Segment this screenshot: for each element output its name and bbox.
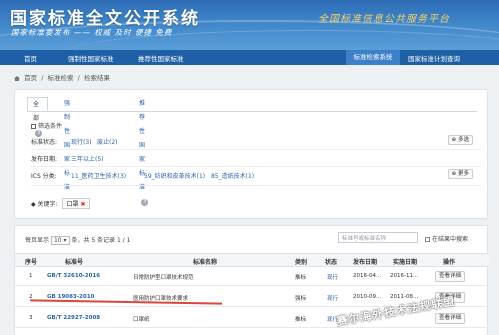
site-subtitle: 国家标准委发布 —— 权威 及时 便捷 免费 xyxy=(11,28,173,37)
breadcrumb-results: 检索结果 xyxy=(84,74,111,82)
home-icon xyxy=(14,76,20,81)
filter-option[interactable]: 现行(3) xyxy=(71,137,92,146)
breadcrumb-search[interactable]: 标准检索 xyxy=(48,74,74,82)
filter-panel: 全部3 强制性国家标准0 推荐性国家标准3 筛选条件 标准状态: 现行(3) 废… xyxy=(14,89,488,219)
breadcrumb: 首页 / 标准检索 / 检索结果 xyxy=(14,72,110,82)
view-details-button[interactable]: 查看详细 xyxy=(435,313,466,324)
search-in-results-checkbox[interactable]: 在结果中搜索 xyxy=(425,234,468,243)
filter-option[interactable]: 三年以上(5) xyxy=(71,154,104,163)
checkbox-icon xyxy=(425,237,430,242)
results-panel: 每页显示 10 ▾ 条，共 5 条记录 1 / 1 标准号或标准名称 在结果中搜… xyxy=(14,225,489,335)
nav-plan-query[interactable]: 国家标准计划查询 xyxy=(408,53,460,63)
nav-mandatory-standards[interactable]: 强制性国家标准 xyxy=(68,53,114,63)
main-nav: 首页 强制性国家标准 推荐性国家标准 标准检索系统 国家标准计划查询 xyxy=(0,50,499,65)
divider xyxy=(31,149,481,150)
site-banner: 国家标准全文公开系统 国家标准委发布 —— 权威 及时 便捷 免费 全国标准信息… xyxy=(0,0,499,50)
breadcrumb-home[interactable]: 首页 xyxy=(24,74,37,82)
site-title: 国家标准全文公开系统 xyxy=(10,9,200,29)
filter-option[interactable]: 59_纺织和皮革技术(1) xyxy=(144,171,205,180)
remove-keyword-icon: ✖ xyxy=(80,201,86,208)
standard-code-link[interactable]: GB/T 32610-2016 xyxy=(47,273,100,279)
filter-label: 标准状态: xyxy=(31,139,58,146)
table-row: 1 GB/T 32610-2016 日常防护型口罩技术规范 推标 现行 2016… xyxy=(15,268,489,286)
nav-home[interactable]: 首页 xyxy=(24,53,37,63)
filter-option[interactable]: 11_医药卫生技术(3) xyxy=(71,171,126,180)
multi-select-button[interactable]: ⊕ 多选 xyxy=(447,135,473,145)
filter-row-date: 发布日期: 三年以上(5) xyxy=(31,152,481,164)
nav-recommended-standards[interactable]: 推荐性国家标准 xyxy=(138,53,184,63)
page-size-select[interactable]: 10 ▾ xyxy=(50,236,70,245)
tab-recommended[interactable]: 推荐性国家标准3 xyxy=(134,97,153,206)
tab-mandatory[interactable]: 强制性国家标准0 xyxy=(59,97,78,206)
keyword-filter: ◆ 关键字: 口罩 ✖ xyxy=(31,198,90,209)
nav-standard-search[interactable]: 标准检索系统 xyxy=(346,50,400,65)
more-button[interactable]: ⊕ 更多 xyxy=(447,169,473,179)
filter-label: 发布日期: xyxy=(31,156,58,163)
tab-all[interactable]: 全部3 xyxy=(27,97,49,137)
filter-row-status: 标准状态: 现行(3) 废止(2) ⊕ 多选 xyxy=(31,135,481,147)
view-details-button[interactable]: 查看详细 xyxy=(435,271,466,282)
table-header: 序号 标准号 标准名称 类别 状态 发布日期 实施日期 操作 xyxy=(15,253,489,267)
filter-label: ICS 分类: xyxy=(31,173,57,180)
tab-divider xyxy=(27,111,477,112)
divider xyxy=(31,185,481,186)
filter-row-ics: ICS 分类: 11_医药卫生技术(3) 59_纺织和皮革技术(1) 85_造纸… xyxy=(31,169,481,181)
filter-option[interactable]: 废止(2) xyxy=(97,137,118,146)
filter-title: 筛选条件 xyxy=(31,121,62,130)
divider xyxy=(31,166,481,167)
site-slogan: 全国标准信息公共服务平台 xyxy=(318,14,450,25)
filter-icon xyxy=(31,124,36,129)
filter-option[interactable]: 85_造纸技术(1) xyxy=(211,171,254,180)
page-size-control: 每页显示 10 ▾ 条，共 5 条记录 1 / 1 xyxy=(25,236,131,245)
standard-code-link[interactable]: GB/T 22927-2008 xyxy=(47,315,100,321)
result-search-input[interactable]: 标准号或标准名称 xyxy=(338,232,418,243)
keyword-tag[interactable]: 口罩 ✖ xyxy=(62,198,90,209)
